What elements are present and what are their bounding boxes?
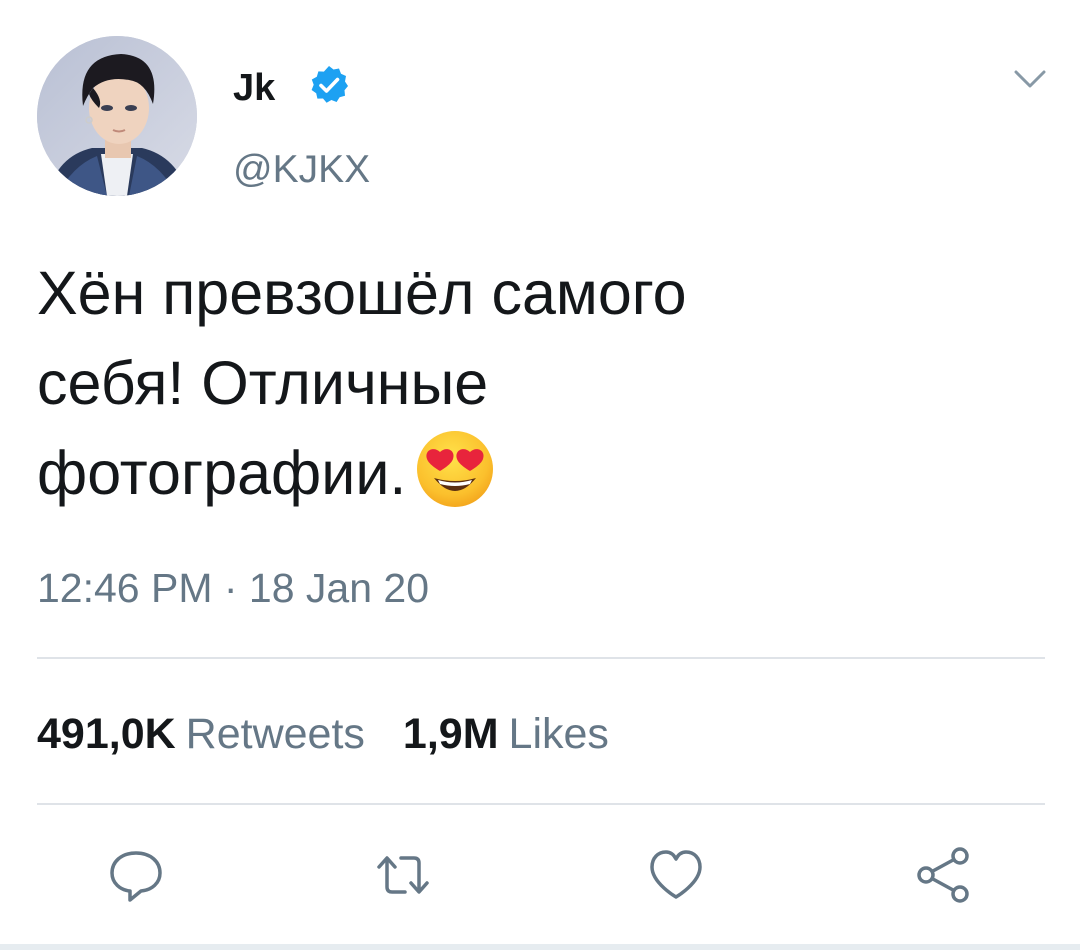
tweet-text: Хён превзошёл самого себя! Отличные фото… — [37, 248, 937, 518]
tweet-card: Jk @KJKX Хён превзошёл самого себя! Отли… — [0, 0, 1080, 950]
divider — [37, 657, 1045, 659]
like-button[interactable] — [644, 843, 708, 907]
timestamp[interactable]: 12:46 PM · 18 Jan 20 — [37, 560, 429, 616]
retweets-stat[interactable]: 491,0K Retweets — [37, 710, 365, 758]
engagement-stats: 491,0K Retweets 1,9M Likes — [37, 706, 609, 762]
reply-icon — [110, 851, 162, 902]
bottom-border — [0, 944, 1080, 950]
retweets-count: 491,0K — [37, 710, 176, 758]
likes-count: 1,9M — [402, 710, 499, 758]
heart-eyes-emoji-icon — [414, 428, 496, 510]
tweet-text-line: фотографии. — [37, 428, 937, 518]
retweets-label: Retweets — [185, 710, 365, 758]
likes-label: Likes — [508, 710, 609, 758]
divider — [37, 803, 1045, 805]
reply-button[interactable] — [104, 843, 168, 907]
heart-icon — [650, 850, 702, 899]
retweet-icon — [377, 856, 429, 894]
share-icon — [917, 847, 969, 903]
handle[interactable]: @KJKX — [233, 146, 370, 194]
display-name[interactable]: Jk — [233, 66, 275, 110]
tweet-text-line: Хён превзошёл самого — [37, 259, 687, 327]
retweet-button[interactable] — [371, 843, 435, 907]
avatar[interactable] — [37, 36, 197, 196]
chevron-down-icon[interactable] — [1010, 60, 1050, 96]
share-button[interactable] — [912, 843, 976, 907]
verified-badge-icon — [308, 64, 350, 106]
likes-stat[interactable]: 1,9M Likes — [403, 710, 609, 758]
tweet-text-line-content: фотографии. — [37, 439, 407, 507]
tweet-text-line: себя! Отличные — [37, 349, 489, 417]
